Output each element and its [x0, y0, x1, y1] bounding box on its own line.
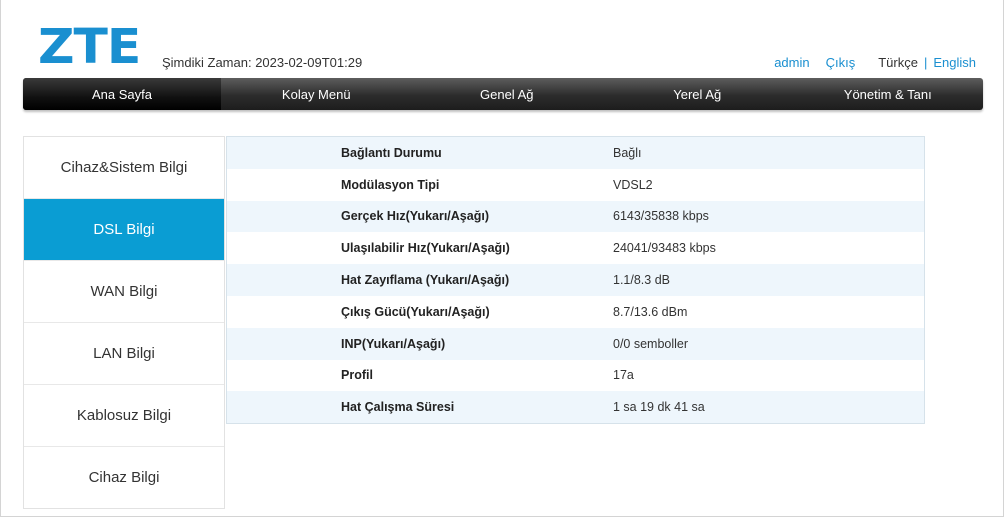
zte-logo[interactable]: ZTE [38, 22, 141, 72]
row-value: 8.7/13.6 dBm [613, 304, 688, 319]
table-row: Ulaşılabilir Hız(Yukarı/Aşağı) 24041/934… [227, 232, 924, 265]
main-nav: Ana Sayfa Kolay Menü Genel Ağ Yerel Ağ Y… [23, 78, 983, 110]
row-value: 1.1/8.3 dB [613, 273, 670, 288]
sidebar-item-wan-bilgi[interactable]: WAN Bilgi [24, 261, 224, 323]
row-value: 6143/35838 kbps [613, 209, 709, 224]
tab-ana-sayfa[interactable]: Ana Sayfa [23, 78, 221, 110]
table-row: INP(Yukarı/Aşağı) 0/0 semboller [227, 327, 924, 360]
row-label: Modülasyon Tipi [341, 177, 440, 192]
row-value: 1 sa 19 dk 41 sa [613, 400, 705, 415]
row-label: Hat Zayıflama (Yukarı/Aşağı) [341, 273, 510, 288]
row-value: 0/0 semboller [613, 336, 689, 351]
tab-genel-ag[interactable]: Genel Ağ [412, 78, 603, 110]
current-time: Şimdiki Zaman: 2023-02-09T01:29 [162, 55, 362, 70]
language-separator: | [923, 55, 928, 70]
time-label: Şimdiki Zaman: [162, 55, 252, 70]
dsl-info-table: Bağlantı Durumu Bağlı Modülasyon Tipi VD… [226, 136, 925, 425]
table-row: Hat Çalışma Süresi 1 sa 19 dk 41 sa [227, 391, 924, 424]
table-row: Modülasyon Tipi VDSL2 [227, 168, 924, 201]
sidebar-item-kablosuz-bilgi[interactable]: Kablosuz Bilgi [24, 385, 224, 447]
row-label: INP(Yukarı/Aşağı) [341, 336, 446, 351]
table-row: Çıkış Gücü(Yukarı/Aşağı) 8.7/13.6 dBm [227, 295, 924, 328]
tab-yerel-ag[interactable]: Yerel Ağ [602, 78, 793, 110]
row-value: VDSL2 [613, 177, 653, 192]
row-label: Çıkış Gücü(Yukarı/Aşağı) [341, 304, 490, 319]
language-current: Türkçe [878, 55, 918, 70]
sidebar-item-lan-bilgi[interactable]: LAN Bilgi [24, 323, 224, 385]
row-value: Bağlı [613, 145, 642, 160]
row-label: Ulaşılabilir Hız(Yukarı/Aşağı) [341, 241, 510, 256]
table-row: Hat Zayıflama (Yukarı/Aşağı) 1.1/8.3 dB [227, 264, 924, 296]
row-value: 24041/93483 kbps [613, 241, 716, 256]
logout-link[interactable]: Çıkış [826, 55, 856, 70]
table-row: Bağlantı Durumu Bağlı [227, 137, 924, 169]
table-row: Gerçek Hız(Yukarı/Aşağı) 6143/35838 kbps [227, 200, 924, 233]
header-links: admin Çıkış Türkçe | English [774, 55, 976, 70]
user-link[interactable]: admin [774, 55, 809, 70]
sidebar-item-cihaz-sistem-bilgi[interactable]: Cihaz&Sistem Bilgi [24, 137, 224, 199]
row-label: Gerçek Hız(Yukarı/Aşağı) [341, 209, 489, 224]
row-label: Bağlantı Durumu [341, 145, 442, 160]
time-value: 2023-02-09T01:29 [255, 55, 363, 70]
row-label: Profil [341, 368, 373, 383]
language-english-link[interactable]: English [933, 55, 976, 70]
row-value: 17a [613, 368, 634, 383]
tab-kolay-menu[interactable]: Kolay Menü [221, 78, 412, 110]
tab-yonetim-tani[interactable]: Yönetim & Tanı [793, 78, 984, 110]
row-label: Hat Çalışma Süresi [341, 400, 455, 415]
table-row: Profil 17a [227, 359, 924, 392]
sidebar-item-dsl-bilgi[interactable]: DSL Bilgi [24, 199, 224, 261]
sidebar: Cihaz&Sistem Bilgi DSL Bilgi WAN Bilgi L… [23, 136, 225, 509]
sidebar-item-cihaz-bilgi[interactable]: Cihaz Bilgi [24, 447, 224, 508]
